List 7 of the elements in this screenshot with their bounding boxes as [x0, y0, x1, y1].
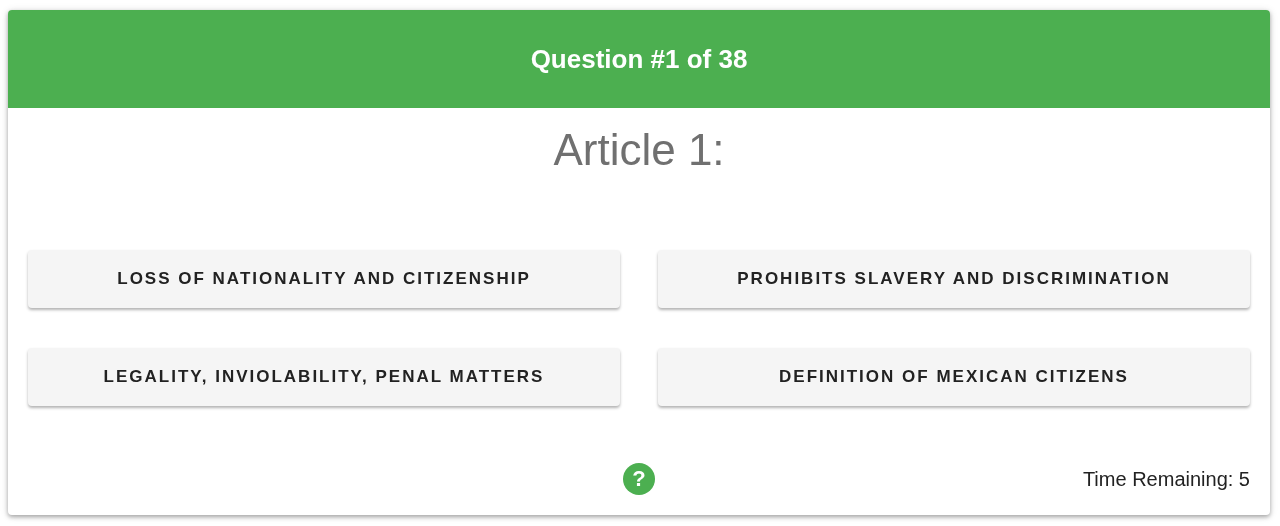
- answer-button[interactable]: DEFINITION OF MEXICAN CITIZENS: [658, 348, 1250, 406]
- answer-button[interactable]: LOSS OF NATIONALITY AND CITIZENSHIP: [28, 250, 620, 308]
- time-remaining: Time Remaining: 5: [1082, 467, 1250, 491]
- question-text: Article 1:: [552, 124, 726, 176]
- answer-button[interactable]: PROHIBITS SLAVERY AND DISCRIMINATION: [658, 250, 1250, 308]
- answer-button[interactable]: LEGALITY, INVIOLABILITY, PENAL MATTERS: [28, 348, 620, 406]
- question-counter: Question #1 of 38: [530, 43, 748, 75]
